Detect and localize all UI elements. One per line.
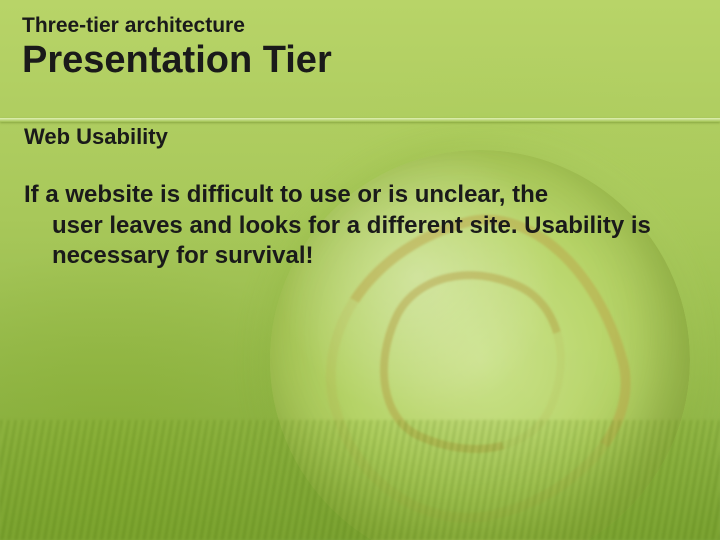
content-area: Three-tier architecture Presentation Tie… bbox=[0, 0, 720, 272]
body-continuation: user leaves and looks for a different si… bbox=[24, 211, 682, 272]
body-first-line: If a website is difficult to use or is u… bbox=[24, 181, 548, 208]
kicker-text: Three-tier architecture bbox=[22, 14, 692, 38]
section-subhead: Web Usability bbox=[24, 124, 692, 150]
slide-title: Presentation Tier bbox=[22, 40, 692, 82]
slide: Three-tier architecture Presentation Tie… bbox=[0, 0, 720, 540]
body-paragraph: If a website is difficult to use or is u… bbox=[24, 180, 682, 272]
grass-texture bbox=[0, 420, 720, 540]
